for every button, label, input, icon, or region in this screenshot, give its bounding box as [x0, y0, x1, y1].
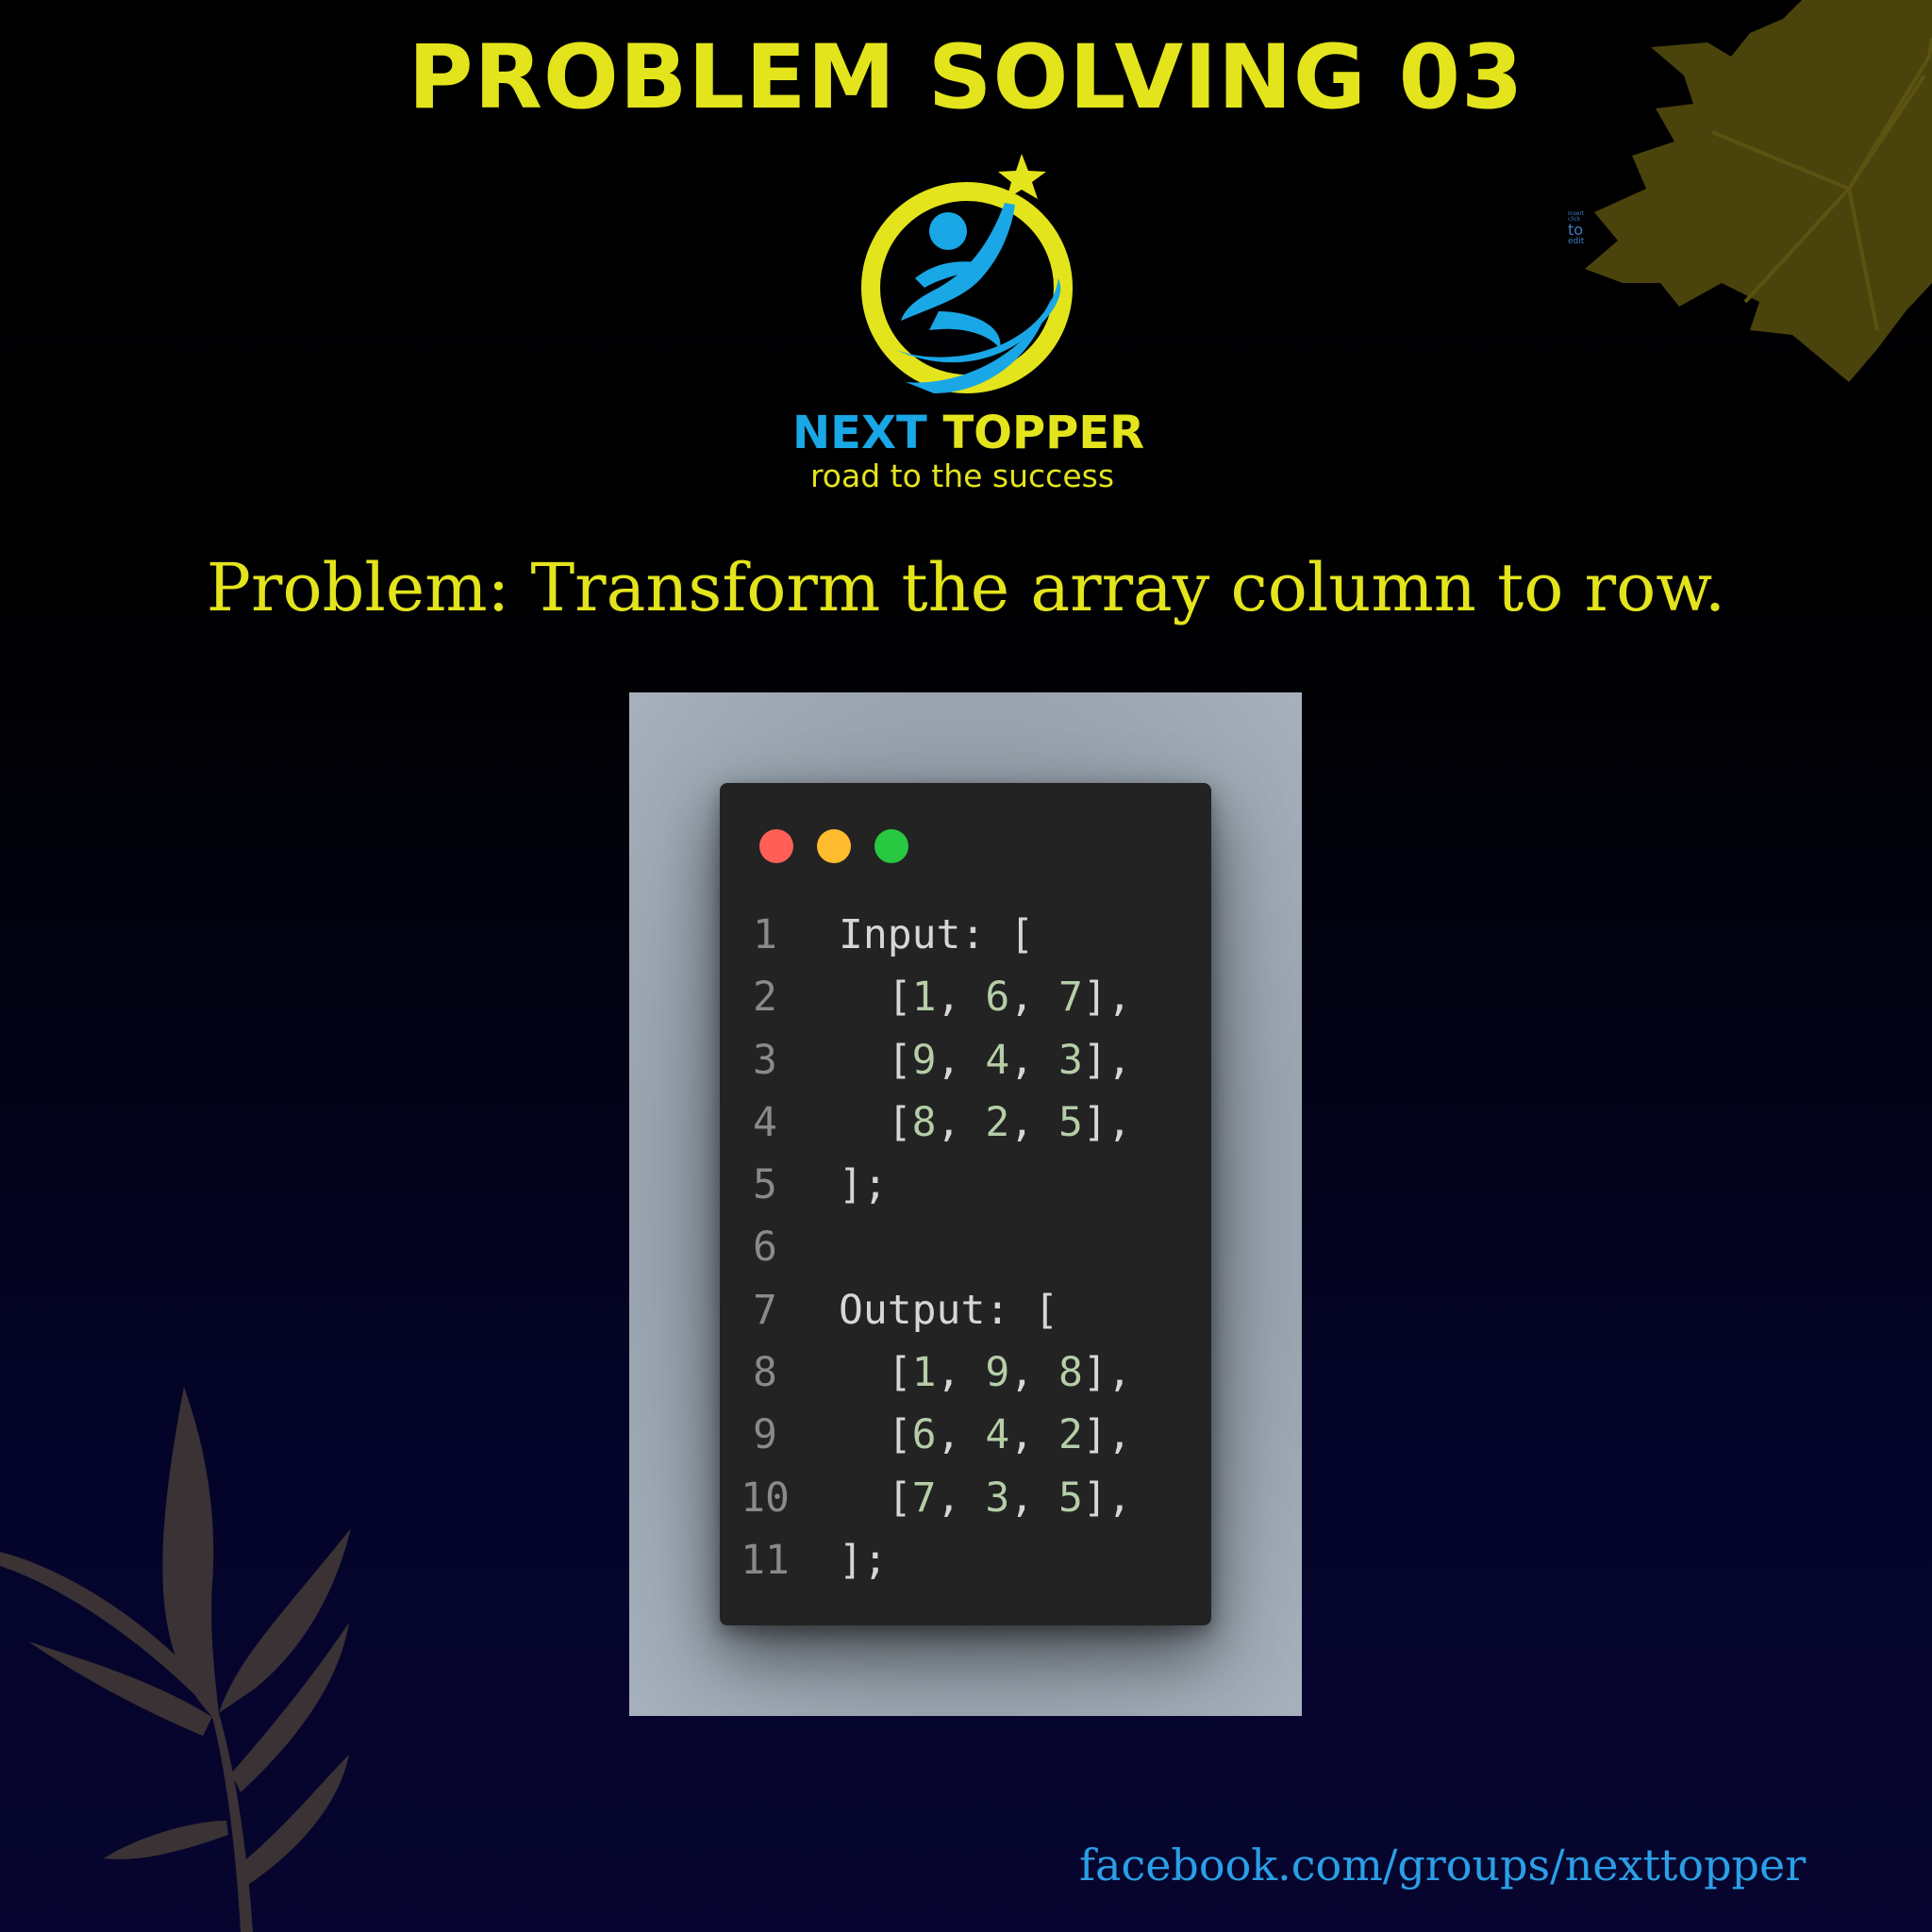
code-window: 1 Input: [2 [1, 6, 7], 3 [9, 4, 3], 4 [8, 2… [720, 783, 1211, 1625]
line-number: 6 [753, 1224, 777, 1272]
code-number: 3 [1058, 1036, 1083, 1084]
code-number: 1 [911, 974, 937, 1022]
code-line: 1 Input: [ [720, 904, 1211, 966]
code-card-background: 1 Input: [2 [1, 6, 7], 3 [9, 4, 3], 4 [8, 2… [629, 692, 1302, 1716]
line-number: 10 [741, 1474, 790, 1522]
code-number: 9 [985, 1349, 1010, 1397]
code-text: ]; [839, 1161, 888, 1209]
code-line: 3 [9, 4, 3], [720, 1029, 1211, 1091]
line-number: 5 [753, 1161, 777, 1209]
line-number: 8 [753, 1349, 777, 1397]
code-text: [1, 6, 7], [839, 974, 1132, 1022]
code-number: 6 [985, 974, 1010, 1022]
code-line: 11]; [720, 1529, 1211, 1591]
code-number: 2 [1058, 1411, 1083, 1459]
code-line: 9 [6, 4, 2], [720, 1404, 1211, 1466]
code-number: 5 [1058, 1474, 1083, 1522]
code-text: Output: [ [839, 1286, 1058, 1334]
code-line: 5]; [720, 1154, 1211, 1216]
problem-statement: Problem: Transform the array column to r… [206, 549, 1726, 626]
code-number: 2 [985, 1098, 1010, 1146]
code-number: 8 [911, 1098, 937, 1146]
logo-brand-name: NEXT TOPPER [792, 406, 1144, 460]
edit-hint-word: to [1568, 221, 1584, 239]
code-text: [9, 4, 3], [839, 1036, 1132, 1084]
code-number: 1 [911, 1349, 937, 1397]
code-number: 4 [985, 1036, 1010, 1084]
code-text: [6, 4, 2], [839, 1411, 1132, 1459]
code-text: ]; [839, 1536, 888, 1584]
line-number: 2 [753, 974, 777, 1022]
facebook-group-link[interactable]: facebook.com/groups/nexttopper [1079, 1840, 1806, 1890]
window-close-dot-icon [759, 829, 793, 863]
code-line: 2 [1, 6, 7], [720, 966, 1211, 1028]
next-topper-logo: NEXT TOPPER road to the success [792, 146, 1144, 495]
code-number: 9 [911, 1036, 937, 1084]
line-number: 9 [753, 1411, 777, 1459]
code-line: 8 [1, 9, 8], [720, 1341, 1211, 1404]
code-number: 7 [1058, 974, 1083, 1022]
code-line: 4 [8, 2, 5], [720, 1091, 1211, 1154]
page-title: PROBLEM SOLVING 03 [408, 26, 1524, 129]
code-number: 7 [911, 1474, 937, 1522]
line-number: 1 [753, 911, 777, 958]
line-number: 3 [753, 1036, 777, 1084]
code-line: 6 [720, 1216, 1211, 1278]
plant-leaves-decoration [0, 1387, 351, 1932]
edit-hint-text: Insert click to edit [1568, 211, 1596, 246]
logo-brand-topper: TOPPER [942, 407, 1145, 459]
logo-brand-next: NEXT [792, 407, 927, 459]
code-line: 10 [7, 3, 5], [720, 1467, 1211, 1529]
code-number: 3 [985, 1474, 1010, 1522]
edit-hint-word: edit [1568, 237, 1585, 246]
code-text: Input: [ [839, 911, 1035, 958]
line-number: 11 [741, 1536, 790, 1584]
code-number: 8 [1058, 1349, 1083, 1397]
logo-emblem-icon [861, 154, 1073, 393]
window-maximize-dot-icon [874, 829, 908, 863]
code-number: 5 [1058, 1098, 1083, 1146]
logo-tagline: road to the success [809, 458, 1115, 494]
code-text: [7, 3, 5], [839, 1474, 1132, 1522]
line-number: 4 [753, 1098, 777, 1146]
code-text: [8, 2, 5], [839, 1098, 1132, 1146]
code-block: 1 Input: [2 [1, 6, 7], 3 [9, 4, 3], 4 [8, 2… [720, 904, 1211, 1591]
line-number: 7 [753, 1286, 777, 1334]
code-number: 6 [911, 1411, 937, 1459]
code-text: [1, 9, 8], [839, 1349, 1132, 1397]
code-number: 4 [985, 1411, 1010, 1459]
window-minimize-dot-icon [817, 829, 851, 863]
code-line: 7 Output: [ [720, 1279, 1211, 1341]
